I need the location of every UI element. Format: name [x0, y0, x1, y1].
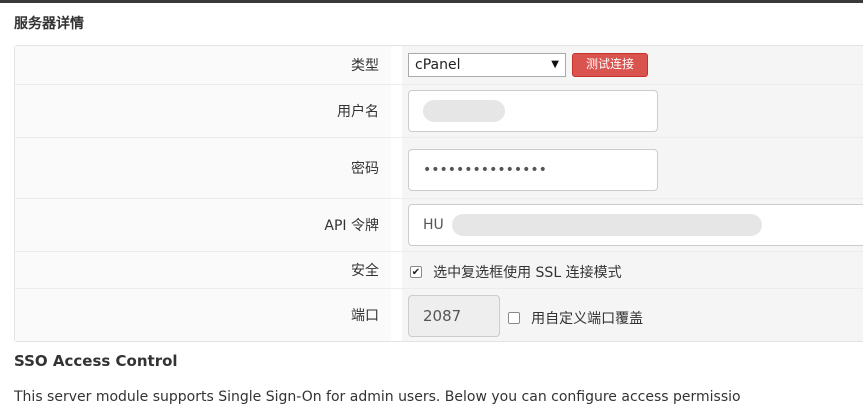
ssl-option: ✔ 选中复选框使用 SSL 连接模式 — [410, 261, 622, 282]
username-input[interactable] — [408, 90, 658, 132]
top-bar — [0, 0, 863, 3]
api-token-field-cell: HU — [402, 199, 863, 251]
ssl-checkbox[interactable]: ✔ — [410, 265, 422, 278]
api-token-label: API 令牌 — [15, 199, 391, 251]
port-label: 端口 — [15, 289, 391, 341]
api-token-value: HU — [423, 217, 444, 233]
security-label: 安全 — [15, 252, 391, 288]
ssl-checkbox-label: 选中复选框使用 SSL 连接模式 — [433, 264, 622, 281]
type-select-value: cPanel — [415, 57, 461, 73]
password-label: 密码 — [15, 138, 391, 198]
type-select[interactable]: cPanel ▼ — [408, 53, 566, 77]
port-input[interactable]: 2087 — [408, 295, 500, 337]
sso-section-title: SSO Access Control — [14, 352, 178, 370]
api-token-row: API 令牌 HU — [15, 199, 863, 251]
username-row: 用户名 — [15, 85, 863, 137]
type-field-cell: cPanel ▼ 测试连接 — [402, 46, 863, 84]
custom-port-checkbox-label: 用自定义端口覆盖 — [531, 310, 644, 327]
type-row: 类型 cPanel ▼ 测试连接 — [15, 46, 863, 84]
type-label: 类型 — [15, 46, 391, 84]
password-field-cell: ••••••••••••••• — [402, 138, 863, 198]
redacted-value — [452, 214, 763, 236]
redacted-value — [423, 100, 505, 122]
caret-down-icon: ▼ — [551, 59, 559, 70]
password-row: 密码 ••••••••••••••• — [15, 138, 863, 198]
password-input[interactable]: ••••••••••••••• — [408, 149, 658, 191]
server-details-panel: 类型 cPanel ▼ 测试连接 用户名 密码 ••••••••••••••• … — [14, 45, 863, 342]
checkmark-icon: ✔ — [411, 266, 421, 278]
custom-port-option: 用自定义端口覆盖 — [508, 307, 643, 328]
port-field-cell: 2087 用自定义端口覆盖 — [402, 289, 863, 341]
test-connection-button[interactable]: 测试连接 — [572, 53, 648, 77]
custom-port-checkbox[interactable] — [508, 311, 520, 324]
section-title: 服务器详情 — [14, 16, 84, 32]
sso-description: This server module supports Single Sign-… — [14, 389, 741, 405]
security-field-cell: ✔ 选中复选框使用 SSL 连接模式 — [402, 252, 863, 288]
port-row: 端口 2087 用自定义端口覆盖 — [15, 289, 863, 341]
username-label: 用户名 — [15, 85, 391, 137]
username-field-cell — [402, 85, 863, 137]
api-token-input[interactable]: HU — [408, 204, 863, 246]
security-row: 安全 ✔ 选中复选框使用 SSL 连接模式 — [15, 252, 863, 288]
